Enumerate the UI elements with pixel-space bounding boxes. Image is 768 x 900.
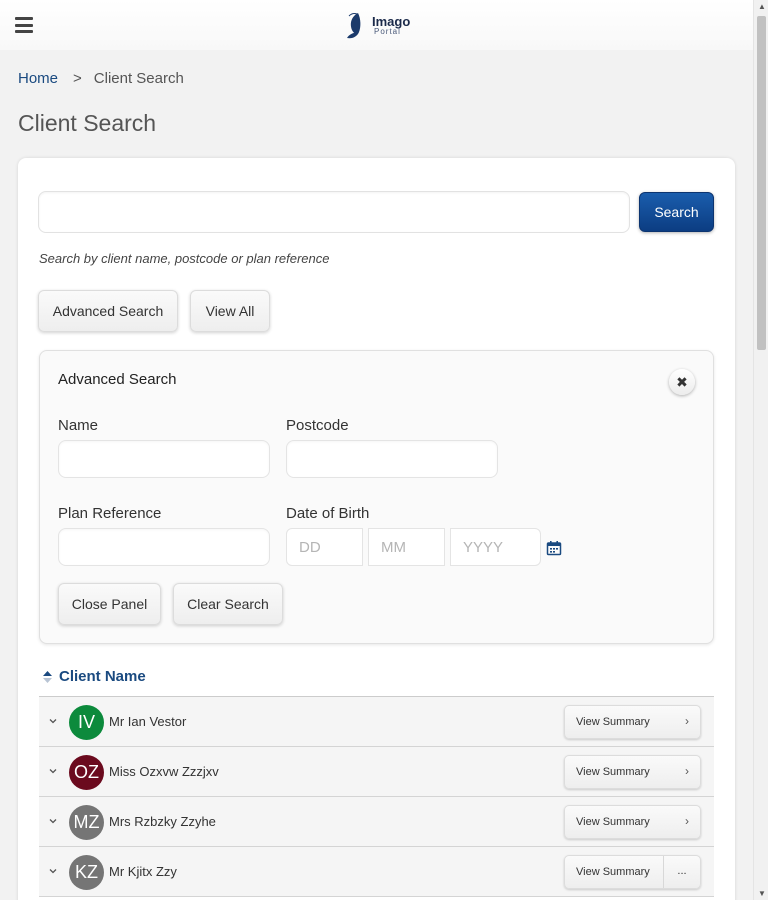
chevron-down-icon[interactable] xyxy=(48,716,58,726)
page-scrollbar[interactable]: ▲ ▼ xyxy=(753,0,768,900)
view-summary-label: View Summary xyxy=(576,716,650,728)
avatar: OZ xyxy=(69,755,104,790)
postcode-field[interactable] xyxy=(286,440,498,478)
dob-year-field[interactable] xyxy=(450,528,541,566)
view-summary-button[interactable]: View Summary › xyxy=(564,805,701,839)
view-summary-button[interactable]: View Summary... xyxy=(564,855,701,889)
chevron-right-icon: › xyxy=(685,814,689,828)
chevron-down-icon[interactable] xyxy=(48,866,58,876)
plan-reference-field[interactable] xyxy=(58,528,270,566)
name-field[interactable] xyxy=(58,440,270,478)
view-summary-label: View Summary xyxy=(576,766,650,778)
view-summary-label: View Summary xyxy=(576,866,650,878)
view-summary-button[interactable]: View Summary › xyxy=(564,755,701,789)
view-summary-button[interactable]: View Summary › xyxy=(564,705,701,739)
close-panel-button[interactable]: Close Panel xyxy=(58,583,161,625)
breadcrumb: Home > Client Search xyxy=(18,70,184,87)
search-input[interactable] xyxy=(38,191,630,233)
dob-label: Date of Birth xyxy=(286,505,370,522)
sort-header-label: Client Name xyxy=(59,668,146,685)
search-button[interactable]: Search xyxy=(639,192,714,232)
butterfly-logo-icon xyxy=(347,13,361,39)
logo[interactable]: Imago Portal xyxy=(344,9,410,41)
client-name: Mr Kjitx Zzy xyxy=(109,864,177,879)
postcode-label: Postcode xyxy=(286,417,349,434)
advanced-search-button[interactable]: Advanced Search xyxy=(38,290,178,332)
dob-day-field[interactable] xyxy=(286,528,363,566)
client-name: Mr Ian Vestor xyxy=(109,714,187,729)
advanced-search-panel: Advanced Search ✖ Name Postcode Plan Ref… xyxy=(39,350,714,644)
top-bar: Imago Portal xyxy=(0,0,753,50)
client-name: Mrs Rzbzky Zzyhe xyxy=(109,814,216,829)
plan-reference-label: Plan Reference xyxy=(58,505,162,522)
scroll-thumb[interactable] xyxy=(757,16,766,350)
client-table: IV Mr Ian Vestor View Summary › OZ Miss O… xyxy=(39,696,714,897)
avatar: IV xyxy=(69,705,104,740)
calendar-icon[interactable] xyxy=(546,540,562,556)
sort-icon xyxy=(43,670,52,683)
logo-subtitle: Portal xyxy=(374,26,401,36)
search-card: Search Search by client name, postcode o… xyxy=(18,158,735,900)
dob-month-field[interactable] xyxy=(368,528,445,566)
more-options-icon[interactable]: ... xyxy=(663,856,700,888)
search-hint: Search by client name, postcode or plan … xyxy=(39,251,330,266)
scroll-down-icon[interactable]: ▼ xyxy=(758,889,766,898)
chevron-right-icon: › xyxy=(685,764,689,778)
table-row: MZ Mrs Rzbzky Zzyhe View Summary › xyxy=(39,797,714,847)
table-row: KZ Mr Kjitx Zzy View Summary... xyxy=(39,847,714,897)
clear-search-button[interactable]: Clear Search xyxy=(173,583,283,625)
scroll-up-icon[interactable]: ▲ xyxy=(758,2,766,11)
close-icon[interactable]: ✖ xyxy=(669,369,695,395)
name-label: Name xyxy=(58,417,99,434)
view-summary-label: View Summary xyxy=(576,816,650,828)
avatar: MZ xyxy=(69,805,104,840)
table-row: IV Mr Ian Vestor View Summary › xyxy=(39,697,714,747)
sort-client-name-header[interactable]: Client Name xyxy=(42,668,146,685)
breadcrumb-home-link[interactable]: Home xyxy=(18,70,58,87)
advanced-panel-title: Advanced Search xyxy=(58,371,177,388)
table-row: OZ Miss Ozxvw Zzzjxv View Summary › xyxy=(39,747,714,797)
page-title: Client Search xyxy=(18,110,157,136)
chevron-down-icon[interactable] xyxy=(48,766,58,776)
breadcrumb-separator: > xyxy=(73,70,82,87)
breadcrumb-current: Client Search xyxy=(93,70,184,87)
chevron-right-icon: › xyxy=(685,714,689,728)
client-name: Miss Ozxvw Zzzjxv xyxy=(109,764,219,779)
chevron-down-icon[interactable] xyxy=(48,816,58,826)
menu-icon[interactable] xyxy=(15,17,33,33)
logo-title: Imago xyxy=(372,13,411,29)
avatar: KZ xyxy=(69,855,104,890)
view-all-button[interactable]: View All xyxy=(190,290,270,332)
